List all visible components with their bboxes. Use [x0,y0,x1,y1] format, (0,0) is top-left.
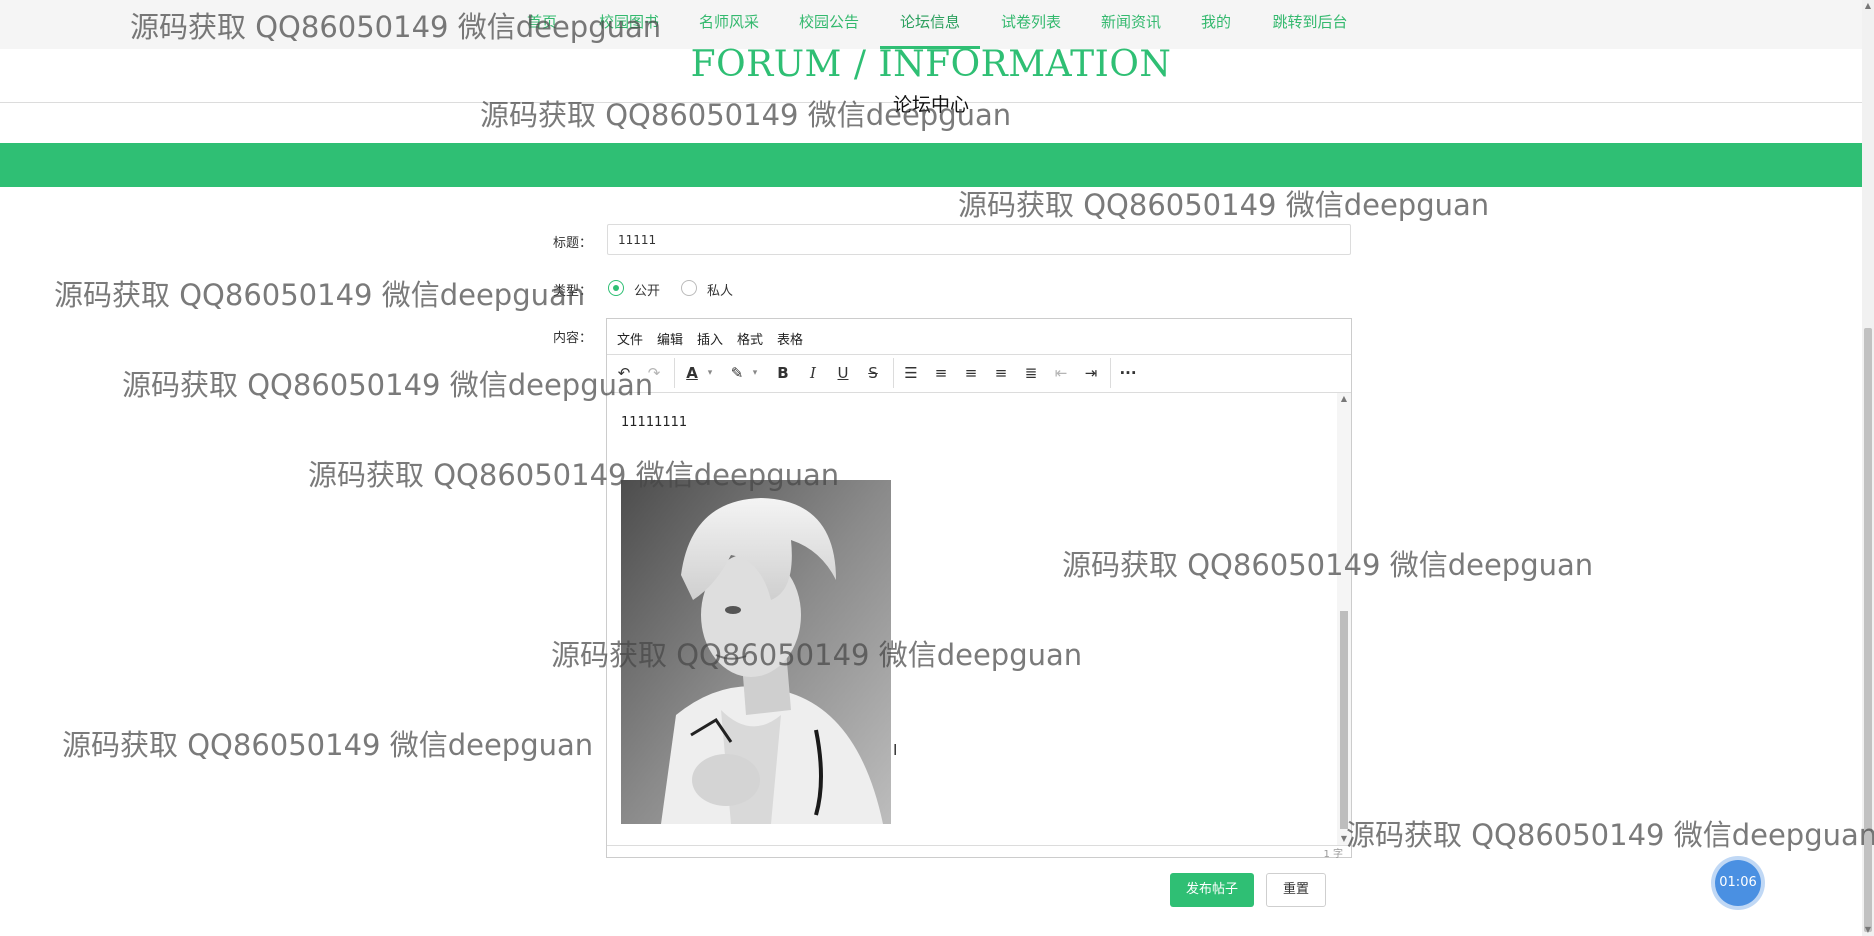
nav-item-library[interactable]: 校园图书 [590,0,668,46]
watermark: 源码获取 QQ86050149 微信deepguan [54,278,586,312]
green-banner [0,143,1862,187]
top-navbar: 首页 校园图书 名师风采 校园公告 论坛信息 试卷列表 新闻资讯 我的 跳转到后… [0,0,1862,49]
scroll-down-icon[interactable]: ▼ [1862,924,1874,936]
undo-icon[interactable]: ↶ [611,360,637,386]
watermark: 源码获取 QQ86050149 微信deepguan [62,728,594,762]
type-label: 类型： [552,284,592,299]
forum-title: FORUM / INFORMATION [690,44,1172,85]
word-count: 1 字 [1323,849,1343,860]
radio-public-label[interactable]: 公开 [634,280,660,299]
editor-statusbar: 1 字 [607,845,1351,860]
nav-item-announcements[interactable]: 校园公告 [790,0,868,46]
list-icon[interactable]: ☰ [898,360,924,386]
align-center-icon[interactable]: ≡ [958,360,984,386]
nav-item-exams[interactable]: 试卷列表 [992,0,1070,46]
underline-icon[interactable]: U [830,360,856,386]
watermark: 源码获取 QQ86050149 微信deepguan [958,188,1490,222]
nav-item-mine[interactable]: 我的 [1196,0,1236,46]
toolbar-separator [1110,358,1111,388]
page-scrollbar[interactable]: ▲ ▼ [1862,0,1874,936]
scroll-up-icon[interactable]: ▲ [1862,0,1874,12]
toolbar-separator [674,358,675,388]
editor-content[interactable]: 11111111 [607,393,1337,845]
scroll-down-icon[interactable]: ▼ [1337,833,1351,845]
redo-icon[interactable]: ↷ [641,360,667,386]
editor-scrollbar[interactable]: ▲ ▼ [1337,393,1351,845]
forum-subtitle: 论坛中心 [892,94,969,116]
toolbar-separator [893,358,894,388]
menu-file[interactable]: 文件 [617,329,643,348]
italic-icon[interactable]: I [800,360,826,386]
rich-text-editor[interactable]: 文件 编辑 插入 格式 表格 ↶ ↷ A ▾ ✎ ▾ B I U S ☰ ≡ ≡… [606,318,1352,860]
outdent-icon[interactable]: ⇤ [1048,360,1074,386]
font-color-icon[interactable]: A [679,360,705,386]
portrait-image[interactable] [621,480,891,824]
nav-item-forum[interactable]: 论坛信息 [880,0,980,49]
menu-edit[interactable]: 编辑 [657,329,683,348]
more-icon[interactable]: ··· [1115,360,1141,386]
text-cursor-icon: I [893,741,898,759]
content-label: 内容： [552,331,592,346]
editor-scroll-thumb[interactable] [1340,611,1348,829]
scroll-up-icon[interactable]: ▲ [1337,393,1351,405]
indent-icon[interactable]: ⇥ [1078,360,1104,386]
chevron-down-icon[interactable]: ▾ [705,360,715,386]
watermark: 源码获取 QQ86050149 微信deepguan [1346,818,1874,852]
strikethrough-icon[interactable]: S [860,360,886,386]
bold-icon[interactable]: B [770,360,796,386]
title-label: 标题： [552,236,592,251]
align-right-icon[interactable]: ≡ [988,360,1014,386]
menu-insert[interactable]: 插入 [697,329,723,348]
align-left-icon[interactable]: ≡ [928,360,954,386]
editor-menubar: 文件 编辑 插入 格式 表格 [607,319,1351,355]
nav-item-news[interactable]: 新闻资讯 [1092,0,1170,46]
nav-item-teachers[interactable]: 名师风采 [690,0,768,46]
nav-item-admin[interactable]: 跳转到后台 [1264,0,1356,46]
justify-icon[interactable]: ≣ [1018,360,1044,386]
menu-format[interactable]: 格式 [737,329,763,348]
page-scroll-thumb[interactable] [1864,328,1872,932]
publish-post-button[interactable]: 发布帖子 [1170,873,1254,907]
watermark: 源码获取 QQ86050149 微信deepguan [122,368,654,402]
title-input[interactable] [607,224,1351,255]
menu-table[interactable]: 表格 [777,329,803,348]
editor-toolbar: ↶ ↷ A ▾ ✎ ▾ B I U S ☰ ≡ ≡ ≡ ≣ ⇤ ⇥ ··· [607,354,1351,393]
chevron-down-icon[interactable]: ▾ [750,360,760,386]
content-paragraph[interactable]: 11111111 [621,415,687,430]
reset-button[interactable]: 重置 [1266,873,1326,907]
highlight-icon[interactable]: ✎ [724,360,750,386]
nav-item-home[interactable]: 首页 [522,0,562,46]
timer-badge[interactable]: 01:06 [1715,860,1761,906]
radio-private[interactable] [681,280,697,296]
radio-private-label[interactable]: 私人 [707,280,733,299]
radio-public[interactable] [608,280,624,296]
